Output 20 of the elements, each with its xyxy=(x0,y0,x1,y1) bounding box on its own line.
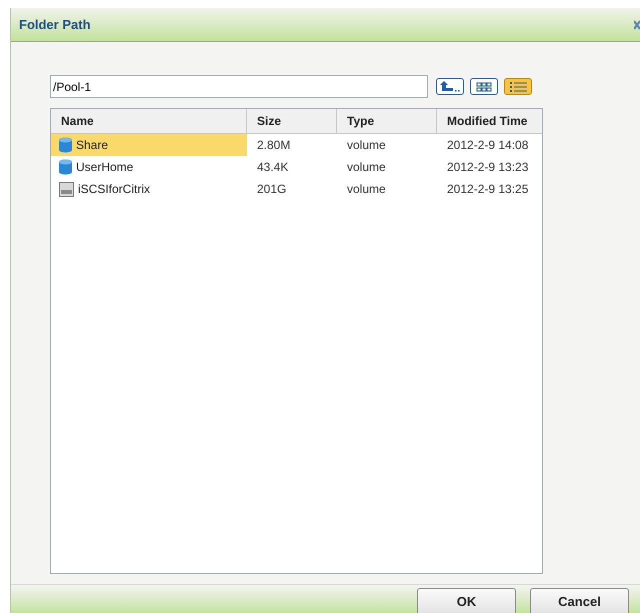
table-cell-text: volume xyxy=(346,181,387,198)
table-cell-text: volume xyxy=(346,137,387,154)
table-cell-text: 2.80M xyxy=(256,137,292,154)
table-cell-text: 2012-2-9 14:08 xyxy=(446,137,530,154)
file-item[interactable]: iSCSIforCitrix xyxy=(51,178,247,200)
column-header[interactable]: Size xyxy=(247,109,337,133)
column-header[interactable]: Name xyxy=(51,109,247,133)
window-title: Folder Path xyxy=(19,16,91,34)
file-item[interactable]: UserHome xyxy=(51,156,247,178)
path-field[interactable]: /Pool-1 xyxy=(50,75,428,98)
table-cell-text: 43.4K xyxy=(256,159,290,176)
file-item[interactable]: Share xyxy=(51,134,247,156)
table-cell-text: 2012-2-9 13:23 xyxy=(446,159,530,176)
cancel-button[interactable]: Cancel xyxy=(530,588,629,613)
table-cell-text: volume xyxy=(346,159,387,176)
column-header[interactable]: Type xyxy=(337,109,437,133)
table-cell-text: 2012-2-9 13:25 xyxy=(446,181,530,198)
table-cell-text: 201G xyxy=(256,181,288,198)
column-header[interactable]: Modified Time xyxy=(437,109,542,133)
ok-button[interactable]: OK xyxy=(417,588,516,613)
